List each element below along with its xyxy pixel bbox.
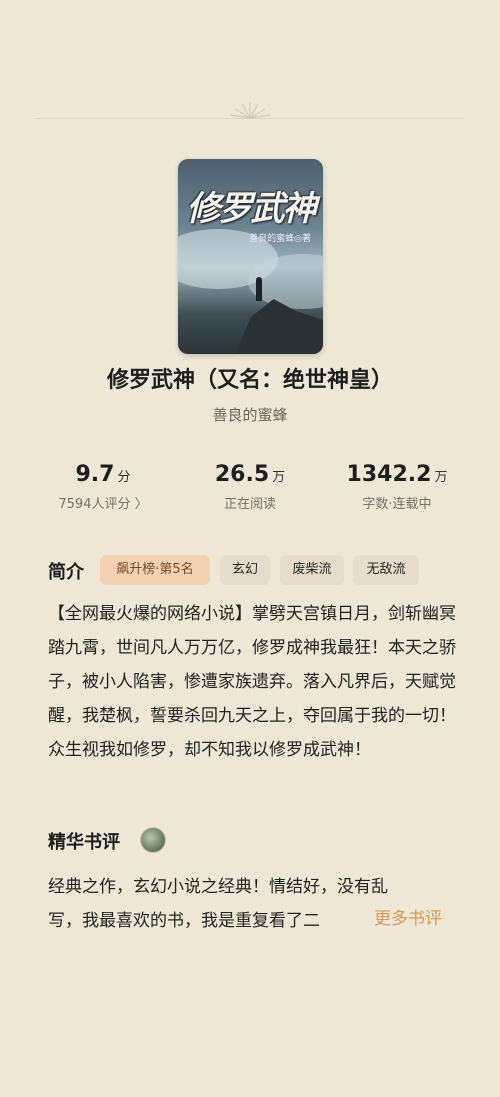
intro-text: 【全网最火爆的网络小说】掌劈天宫镇日月，剑斩幽冥踏九霄，世间凡人万万亿，修罗成神… xyxy=(48,604,456,760)
reviewer-avatar[interactable] xyxy=(140,827,166,853)
tag-style[interactable]: 无敌流 xyxy=(353,555,419,585)
stat-unit: 分 xyxy=(117,470,131,485)
stat-value: 26.5 xyxy=(214,462,270,487)
author-name[interactable]: 善良的蜜蜂 xyxy=(0,404,500,425)
tag-rank[interactable]: 飙升榜·第5名 xyxy=(100,555,210,585)
book-cover[interactable]: 修罗武神 善良的蜜蜂◎著 xyxy=(178,159,323,354)
stat-value: 9.7 xyxy=(75,462,115,487)
cover-figure xyxy=(256,277,262,301)
tag-genre[interactable]: 玄幻 xyxy=(220,555,270,585)
book-title: 修罗武神（又名：绝世神皇） xyxy=(106,368,393,393)
cover-title: 修罗武神 xyxy=(186,189,317,229)
stat-readers: 26.5 万 正在阅读 xyxy=(167,462,333,512)
stat-wordcount: 1342.2 万 字数·连载中 xyxy=(314,462,480,512)
stat-label: 正在阅读 xyxy=(223,497,276,512)
stat-label: 7594人评分 〉 xyxy=(58,497,148,512)
stat-unit: 万 xyxy=(434,470,448,485)
stat-label: 字数·连载中 xyxy=(362,497,432,512)
sunburst-icon xyxy=(229,102,271,119)
review-line: 经典之作，玄幻小说之经典！情结好，没有乱 xyxy=(48,877,388,897)
tag-style[interactable]: 废柴流 xyxy=(280,555,344,585)
stat-rating[interactable]: 9.7 分 7594人评分 〉 xyxy=(20,462,186,512)
stat-unit: 万 xyxy=(272,470,286,485)
more-reviews-link[interactable]: 更多书评 xyxy=(374,904,442,929)
stat-value: 1342.2 xyxy=(346,462,432,487)
header-ornament xyxy=(36,96,464,126)
intro-heading: 简介 xyxy=(48,562,84,583)
reviews-heading: 精华书评 xyxy=(48,832,120,853)
cover-author: 善良的蜜蜂◎著 xyxy=(249,234,311,244)
